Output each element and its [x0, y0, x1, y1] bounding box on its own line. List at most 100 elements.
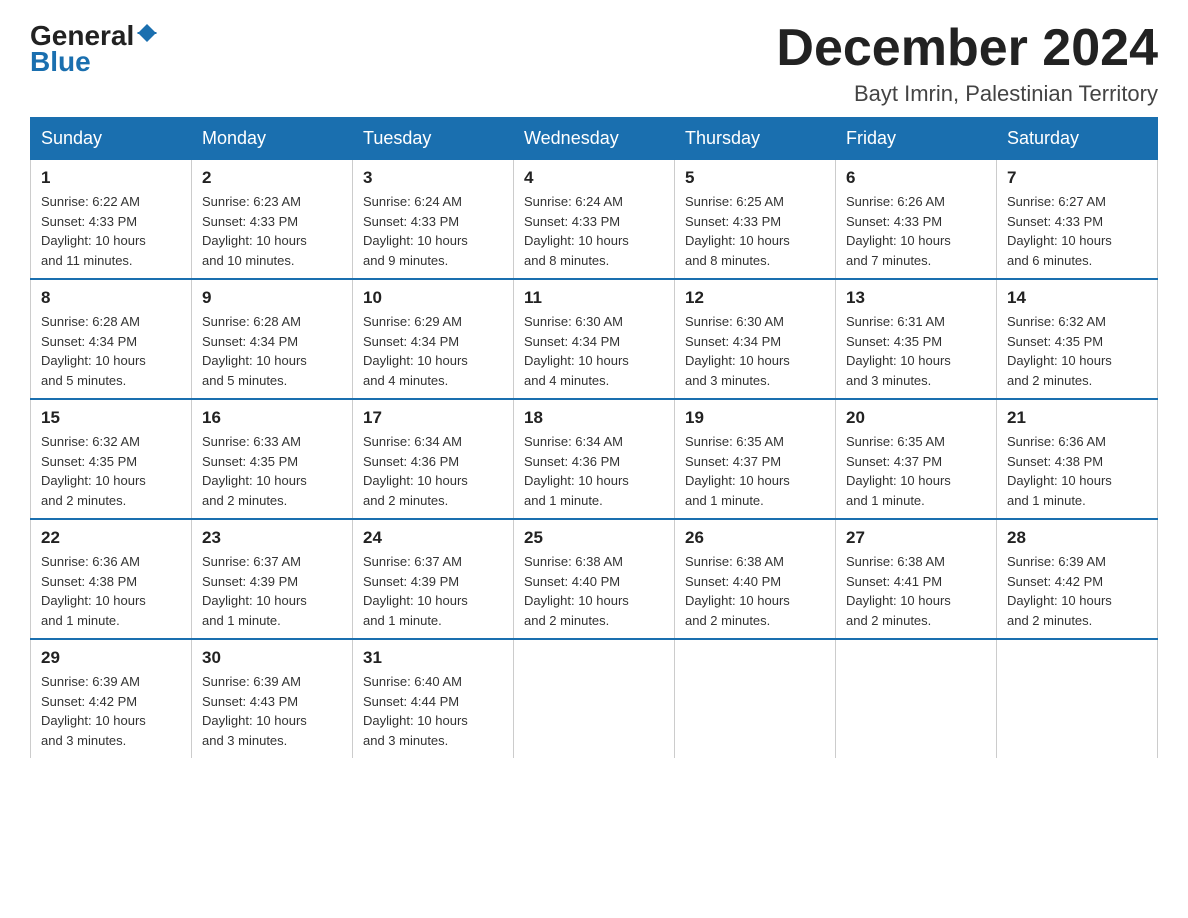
- weekday-header-row: SundayMondayTuesdayWednesdayThursdayFrid…: [31, 118, 1158, 160]
- day-number: 6: [846, 168, 986, 188]
- calendar-cell: 9 Sunrise: 6:28 AMSunset: 4:34 PMDayligh…: [192, 279, 353, 399]
- weekday-header-sunday: Sunday: [31, 118, 192, 160]
- weekday-header-friday: Friday: [836, 118, 997, 160]
- day-info: Sunrise: 6:39 AMSunset: 4:43 PMDaylight:…: [202, 674, 307, 748]
- calendar-cell: 13 Sunrise: 6:31 AMSunset: 4:35 PMDaylig…: [836, 279, 997, 399]
- calendar-cell: 4 Sunrise: 6:24 AMSunset: 4:33 PMDayligh…: [514, 160, 675, 280]
- calendar-cell: 27 Sunrise: 6:38 AMSunset: 4:41 PMDaylig…: [836, 519, 997, 639]
- day-number: 4: [524, 168, 664, 188]
- week-row-5: 29 Sunrise: 6:39 AMSunset: 4:42 PMDaylig…: [31, 639, 1158, 758]
- week-row-2: 8 Sunrise: 6:28 AMSunset: 4:34 PMDayligh…: [31, 279, 1158, 399]
- day-info: Sunrise: 6:34 AMSunset: 4:36 PMDaylight:…: [363, 434, 468, 508]
- calendar-cell: 1 Sunrise: 6:22 AMSunset: 4:33 PMDayligh…: [31, 160, 192, 280]
- day-number: 14: [1007, 288, 1147, 308]
- day-info: Sunrise: 6:40 AMSunset: 4:44 PMDaylight:…: [363, 674, 468, 748]
- day-number: 2: [202, 168, 342, 188]
- calendar-cell: 11 Sunrise: 6:30 AMSunset: 4:34 PMDaylig…: [514, 279, 675, 399]
- calendar-cell: 8 Sunrise: 6:28 AMSunset: 4:34 PMDayligh…: [31, 279, 192, 399]
- day-number: 21: [1007, 408, 1147, 428]
- day-number: 9: [202, 288, 342, 308]
- day-info: Sunrise: 6:24 AMSunset: 4:33 PMDaylight:…: [363, 194, 468, 268]
- day-number: 18: [524, 408, 664, 428]
- calendar-cell: 29 Sunrise: 6:39 AMSunset: 4:42 PMDaylig…: [31, 639, 192, 758]
- calendar-cell: 25 Sunrise: 6:38 AMSunset: 4:40 PMDaylig…: [514, 519, 675, 639]
- calendar-cell: 3 Sunrise: 6:24 AMSunset: 4:33 PMDayligh…: [353, 160, 514, 280]
- weekday-header-wednesday: Wednesday: [514, 118, 675, 160]
- day-number: 8: [41, 288, 181, 308]
- day-info: Sunrise: 6:32 AMSunset: 4:35 PMDaylight:…: [1007, 314, 1112, 388]
- day-number: 12: [685, 288, 825, 308]
- calendar-cell: 22 Sunrise: 6:36 AMSunset: 4:38 PMDaylig…: [31, 519, 192, 639]
- day-info: Sunrise: 6:36 AMSunset: 4:38 PMDaylight:…: [1007, 434, 1112, 508]
- day-info: Sunrise: 6:35 AMSunset: 4:37 PMDaylight:…: [685, 434, 790, 508]
- week-row-4: 22 Sunrise: 6:36 AMSunset: 4:38 PMDaylig…: [31, 519, 1158, 639]
- calendar-table: SundayMondayTuesdayWednesdayThursdayFrid…: [30, 117, 1158, 758]
- day-number: 1: [41, 168, 181, 188]
- calendar-cell: [836, 639, 997, 758]
- day-info: Sunrise: 6:27 AMSunset: 4:33 PMDaylight:…: [1007, 194, 1112, 268]
- day-info: Sunrise: 6:30 AMSunset: 4:34 PMDaylight:…: [685, 314, 790, 388]
- day-number: 25: [524, 528, 664, 548]
- calendar-cell: 17 Sunrise: 6:34 AMSunset: 4:36 PMDaylig…: [353, 399, 514, 519]
- calendar-cell: 14 Sunrise: 6:32 AMSunset: 4:35 PMDaylig…: [997, 279, 1158, 399]
- day-number: 13: [846, 288, 986, 308]
- calendar-cell: 12 Sunrise: 6:30 AMSunset: 4:34 PMDaylig…: [675, 279, 836, 399]
- day-info: Sunrise: 6:38 AMSunset: 4:40 PMDaylight:…: [685, 554, 790, 628]
- day-info: Sunrise: 6:28 AMSunset: 4:34 PMDaylight:…: [202, 314, 307, 388]
- day-number: 16: [202, 408, 342, 428]
- title-section: December 2024 Bayt Imrin, Palestinian Te…: [776, 20, 1158, 107]
- calendar-cell: 20 Sunrise: 6:35 AMSunset: 4:37 PMDaylig…: [836, 399, 997, 519]
- day-number: 3: [363, 168, 503, 188]
- calendar-cell: 18 Sunrise: 6:34 AMSunset: 4:36 PMDaylig…: [514, 399, 675, 519]
- calendar-cell: 19 Sunrise: 6:35 AMSunset: 4:37 PMDaylig…: [675, 399, 836, 519]
- day-info: Sunrise: 6:36 AMSunset: 4:38 PMDaylight:…: [41, 554, 146, 628]
- day-info: Sunrise: 6:39 AMSunset: 4:42 PMDaylight:…: [1007, 554, 1112, 628]
- day-info: Sunrise: 6:24 AMSunset: 4:33 PMDaylight:…: [524, 194, 629, 268]
- calendar-cell: 31 Sunrise: 6:40 AMSunset: 4:44 PMDaylig…: [353, 639, 514, 758]
- day-info: Sunrise: 6:22 AMSunset: 4:33 PMDaylight:…: [41, 194, 146, 268]
- day-info: Sunrise: 6:29 AMSunset: 4:34 PMDaylight:…: [363, 314, 468, 388]
- calendar-title: December 2024: [776, 20, 1158, 77]
- calendar-subtitle: Bayt Imrin, Palestinian Territory: [776, 81, 1158, 107]
- day-info: Sunrise: 6:37 AMSunset: 4:39 PMDaylight:…: [363, 554, 468, 628]
- calendar-cell: 30 Sunrise: 6:39 AMSunset: 4:43 PMDaylig…: [192, 639, 353, 758]
- week-row-3: 15 Sunrise: 6:32 AMSunset: 4:35 PMDaylig…: [31, 399, 1158, 519]
- calendar-cell: 5 Sunrise: 6:25 AMSunset: 4:33 PMDayligh…: [675, 160, 836, 280]
- day-info: Sunrise: 6:31 AMSunset: 4:35 PMDaylight:…: [846, 314, 951, 388]
- day-number: 11: [524, 288, 664, 308]
- day-number: 10: [363, 288, 503, 308]
- calendar-cell: 23 Sunrise: 6:37 AMSunset: 4:39 PMDaylig…: [192, 519, 353, 639]
- day-info: Sunrise: 6:38 AMSunset: 4:40 PMDaylight:…: [524, 554, 629, 628]
- day-number: 26: [685, 528, 825, 548]
- calendar-cell: 7 Sunrise: 6:27 AMSunset: 4:33 PMDayligh…: [997, 160, 1158, 280]
- day-number: 5: [685, 168, 825, 188]
- weekday-header-tuesday: Tuesday: [353, 118, 514, 160]
- day-number: 27: [846, 528, 986, 548]
- day-number: 29: [41, 648, 181, 668]
- day-info: Sunrise: 6:34 AMSunset: 4:36 PMDaylight:…: [524, 434, 629, 508]
- day-number: 17: [363, 408, 503, 428]
- calendar-cell: [514, 639, 675, 758]
- week-row-1: 1 Sunrise: 6:22 AMSunset: 4:33 PMDayligh…: [31, 160, 1158, 280]
- day-info: Sunrise: 6:26 AMSunset: 4:33 PMDaylight:…: [846, 194, 951, 268]
- day-number: 31: [363, 648, 503, 668]
- day-info: Sunrise: 6:23 AMSunset: 4:33 PMDaylight:…: [202, 194, 307, 268]
- day-info: Sunrise: 6:38 AMSunset: 4:41 PMDaylight:…: [846, 554, 951, 628]
- day-info: Sunrise: 6:33 AMSunset: 4:35 PMDaylight:…: [202, 434, 307, 508]
- calendar-cell: 16 Sunrise: 6:33 AMSunset: 4:35 PMDaylig…: [192, 399, 353, 519]
- day-number: 24: [363, 528, 503, 548]
- day-info: Sunrise: 6:35 AMSunset: 4:37 PMDaylight:…: [846, 434, 951, 508]
- calendar-cell: 21 Sunrise: 6:36 AMSunset: 4:38 PMDaylig…: [997, 399, 1158, 519]
- calendar-cell: 15 Sunrise: 6:32 AMSunset: 4:35 PMDaylig…: [31, 399, 192, 519]
- calendar-cell: 10 Sunrise: 6:29 AMSunset: 4:34 PMDaylig…: [353, 279, 514, 399]
- page-header: General Blue December 2024 Bayt Imrin, P…: [30, 20, 1158, 107]
- logo-text-blue: Blue: [30, 46, 91, 78]
- day-info: Sunrise: 6:25 AMSunset: 4:33 PMDaylight:…: [685, 194, 790, 268]
- day-number: 20: [846, 408, 986, 428]
- calendar-cell: [675, 639, 836, 758]
- day-number: 28: [1007, 528, 1147, 548]
- calendar-cell: [997, 639, 1158, 758]
- day-info: Sunrise: 6:30 AMSunset: 4:34 PMDaylight:…: [524, 314, 629, 388]
- weekday-header-saturday: Saturday: [997, 118, 1158, 160]
- calendar-cell: 2 Sunrise: 6:23 AMSunset: 4:33 PMDayligh…: [192, 160, 353, 280]
